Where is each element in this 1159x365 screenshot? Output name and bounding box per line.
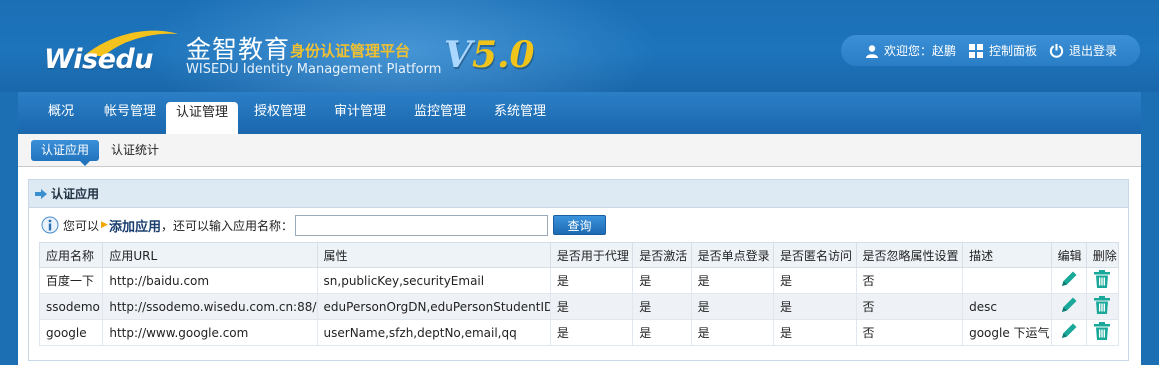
col-delete: 删除 bbox=[1085, 242, 1120, 268]
col-anonymous[interactable]: 是否匿名访问 bbox=[773, 242, 857, 268]
edit-cell bbox=[1050, 293, 1087, 320]
delete-cell bbox=[1085, 293, 1120, 320]
cell-active: 是 bbox=[632, 319, 692, 346]
cell-active: 是 bbox=[632, 267, 692, 294]
col-description[interactable]: 描述 bbox=[962, 242, 1052, 268]
edit-cell bbox=[1050, 319, 1087, 346]
welcome-user[interactable]: 欢迎您：赵鹏 bbox=[865, 42, 956, 59]
auth-app-panel: 认证应用 您可以 ▶ 添加应用 ，还可以输入应用名称： 查询 应用名称 应用UR… bbox=[28, 179, 1129, 361]
active-caret bbox=[80, 161, 90, 166]
cell-sso: 是 bbox=[690, 267, 775, 294]
info-icon bbox=[41, 216, 59, 234]
cell-attributes: userName,sfzh,deptNo,email,qq bbox=[316, 319, 551, 346]
panel-header: 认证应用 bbox=[29, 180, 1128, 208]
col-app-name[interactable]: 应用名称 bbox=[38, 242, 104, 268]
tab-audit-management[interactable]: 审计管理 bbox=[334, 105, 386, 127]
table-row: 百度一下 http://baidu.com sn,publicKey,secur… bbox=[38, 267, 1120, 294]
col-edit: 编辑 bbox=[1050, 242, 1087, 268]
col-app-url[interactable]: 应用URL bbox=[102, 242, 318, 268]
subtab-auth-apps[interactable]: 认证应用 bbox=[31, 140, 100, 161]
prompt-prefix: 您可以 bbox=[63, 218, 100, 233]
trash-icon[interactable] bbox=[1093, 269, 1111, 289]
grid-icon bbox=[969, 43, 984, 58]
pencil-icon[interactable] bbox=[1059, 269, 1079, 289]
tab-overview[interactable]: 概况 bbox=[48, 105, 74, 127]
welcome-text: 欢迎您：赵鹏 bbox=[884, 44, 957, 58]
user-toolbar: 欢迎您：赵鹏 控制面板 退出登录 bbox=[841, 35, 1140, 66]
tab-account-management[interactable]: 帐号管理 bbox=[104, 105, 156, 127]
tab-monitor-management[interactable]: 监控管理 bbox=[414, 105, 466, 127]
trash-icon[interactable] bbox=[1093, 295, 1111, 315]
col-attributes[interactable]: 属性 bbox=[316, 242, 551, 268]
version-label: V5.0 bbox=[444, 34, 535, 76]
cell-app-name: 百度一下 bbox=[38, 267, 104, 294]
pencil-icon[interactable] bbox=[1059, 321, 1079, 341]
control-panel-label: 控制面板 bbox=[989, 44, 1038, 58]
cell-description: desc bbox=[962, 293, 1052, 320]
cell-anonymous: 是 bbox=[773, 319, 857, 346]
cell-app-url: http://www.google.com bbox=[102, 319, 318, 346]
table-header-row: 应用名称 应用URL 属性 是否用于代理 是否激活 是否单点登录 是否匿名访问 … bbox=[38, 242, 1120, 268]
cell-attributes: eduPersonOrgDN,eduPersonStudentID bbox=[316, 293, 551, 320]
main-nav: 概况 帐号管理 认证管理 授权管理 审计管理 监控管理 系统管理 bbox=[18, 92, 1141, 134]
col-proxy[interactable]: 是否用于代理 bbox=[549, 242, 634, 268]
cell-description bbox=[962, 267, 1052, 294]
app-name-search-input[interactable] bbox=[294, 214, 548, 236]
brand-subtitle: 身份认证管理平台 bbox=[290, 42, 411, 60]
cell-ignore-attrs: 否 bbox=[855, 267, 964, 294]
cell-app-url: http://ssodemo.wisedu.com.cn:88/** bbox=[102, 293, 318, 320]
triangle-icon: ▶ bbox=[101, 220, 108, 230]
version-prefix: V bbox=[444, 34, 472, 76]
col-ignore-attrs[interactable]: 是否忽略属性设置 bbox=[855, 242, 964, 268]
sub-nav: 认证应用 认证统计 bbox=[18, 134, 1141, 167]
cell-description: google 下运气 bbox=[962, 319, 1052, 346]
col-sso[interactable]: 是否单点登录 bbox=[690, 242, 775, 268]
cell-app-name: google bbox=[38, 319, 104, 346]
logout-link[interactable]: 退出登录 bbox=[1049, 42, 1117, 59]
tab-auth-management[interactable]: 认证管理 bbox=[166, 102, 239, 134]
cell-ignore-attrs: 否 bbox=[855, 293, 964, 320]
cell-anonymous: 是 bbox=[773, 293, 857, 320]
control-panel-link[interactable]: 控制面板 bbox=[968, 42, 1037, 59]
cell-proxy: 是 bbox=[549, 319, 634, 346]
search-button[interactable]: 查询 bbox=[552, 215, 606, 235]
brand-title: 金智教育 bbox=[186, 35, 291, 64]
tab-system-management[interactable]: 系统管理 bbox=[494, 105, 546, 127]
pencil-icon[interactable] bbox=[1059, 295, 1079, 315]
trash-icon[interactable] bbox=[1093, 321, 1111, 341]
arrow-right-icon bbox=[35, 188, 47, 199]
subtab-auth-stats[interactable]: 认证统计 bbox=[111, 140, 159, 161]
logo-wordmark[interactable]: Wisedu bbox=[44, 44, 153, 75]
cell-anonymous: 是 bbox=[773, 267, 857, 294]
header-banner: Wisedu 金智教育 身份认证管理平台 WISEDU Identity Man… bbox=[0, 0, 1159, 92]
prompt-suffix: ，还可以输入应用名称： bbox=[160, 218, 293, 233]
table-row: google http://www.google.com userName,sf… bbox=[38, 319, 1120, 346]
add-app-link[interactable]: 添加应用 bbox=[109, 216, 161, 235]
col-active[interactable]: 是否激活 bbox=[632, 242, 692, 268]
search-row: 您可以 ▶ 添加应用 ，还可以输入应用名称： 查询 bbox=[41, 214, 606, 236]
edit-cell bbox=[1050, 267, 1087, 294]
delete-cell bbox=[1085, 319, 1120, 346]
cell-sso: 是 bbox=[690, 319, 775, 346]
table-row: ssodemo http://ssodemo.wisedu.com.cn:88/… bbox=[38, 293, 1120, 320]
user-icon bbox=[866, 44, 878, 58]
cell-active: 是 bbox=[632, 293, 692, 320]
cell-sso: 是 bbox=[690, 293, 775, 320]
cell-app-url: http://baidu.com bbox=[102, 267, 318, 294]
version-number: 5.0 bbox=[471, 34, 535, 76]
cell-proxy: 是 bbox=[549, 293, 634, 320]
logout-label: 退出登录 bbox=[1069, 44, 1118, 58]
cell-ignore-attrs: 否 bbox=[855, 319, 964, 346]
tab-authorization-management[interactable]: 授权管理 bbox=[254, 105, 306, 127]
app-table: 应用名称 应用URL 属性 是否用于代理 是否激活 是否单点登录 是否匿名访问 … bbox=[38, 242, 1120, 346]
cell-proxy: 是 bbox=[549, 267, 634, 294]
cell-app-name: ssodemo bbox=[38, 293, 104, 320]
cell-attributes: sn,publicKey,securityEmail bbox=[316, 267, 551, 294]
delete-cell bbox=[1085, 267, 1120, 294]
panel-title: 认证应用 bbox=[51, 187, 100, 201]
power-icon bbox=[1049, 43, 1064, 58]
brand-english: WISEDU Identity Management Platform bbox=[186, 62, 442, 77]
content-area: 认证应用 您可以 ▶ 添加应用 ，还可以输入应用名称： 查询 应用名称 应用UR… bbox=[18, 167, 1141, 365]
